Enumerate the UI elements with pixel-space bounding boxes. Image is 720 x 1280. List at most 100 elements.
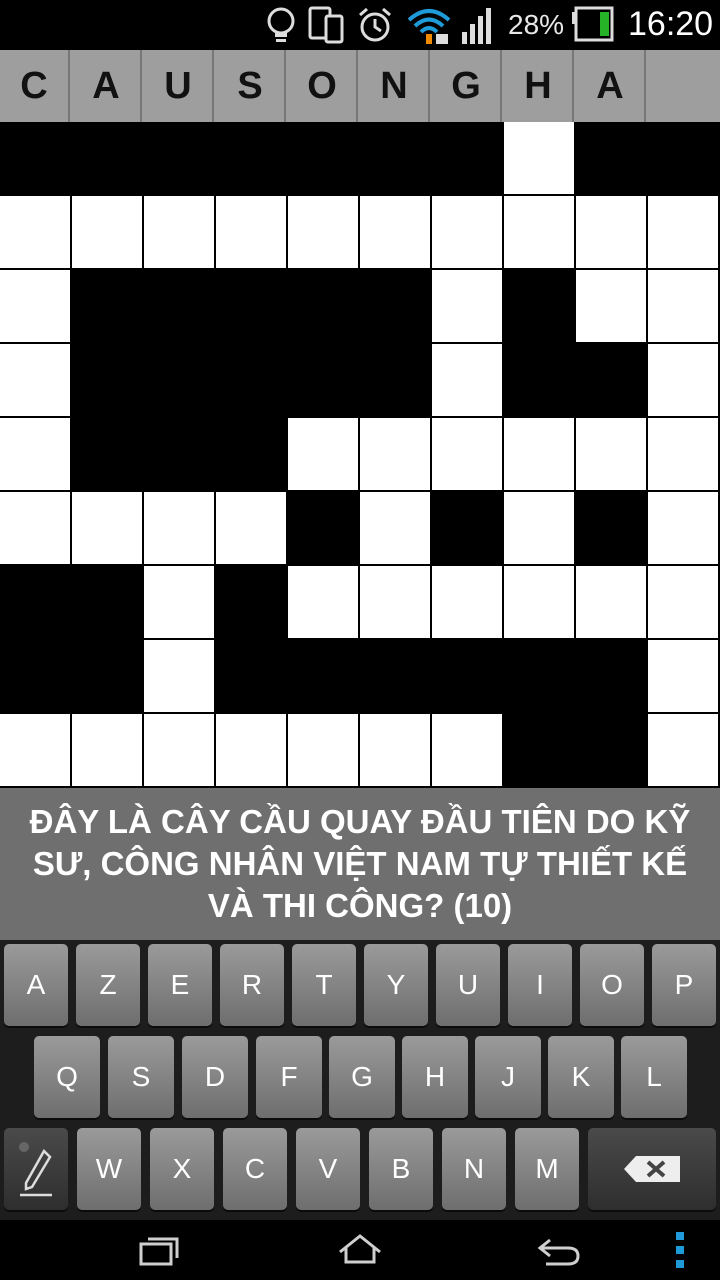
grid-cell[interactable] <box>0 492 70 564</box>
grid-cell[interactable] <box>432 418 502 490</box>
grid-cell[interactable] <box>504 122 574 194</box>
answer-cell[interactable]: C <box>0 50 70 122</box>
grid-cell[interactable] <box>576 270 646 342</box>
key-n[interactable]: N <box>442 1128 506 1210</box>
grid-cell[interactable] <box>216 196 286 268</box>
backspace-button[interactable] <box>588 1128 716 1210</box>
grid-cell[interactable] <box>432 196 502 268</box>
key-a[interactable]: A <box>4 944 68 1026</box>
answer-cell[interactable]: U <box>144 50 214 122</box>
grid-cell[interactable] <box>648 270 718 342</box>
clue-panel: ĐÂY LÀ CÂY CẦU QUAY ĐẦU TIÊN DO KỸ SƯ, C… <box>0 788 720 940</box>
key-w[interactable]: W <box>77 1128 141 1210</box>
answer-cell[interactable]: H <box>504 50 574 122</box>
grid-cell[interactable] <box>360 566 430 638</box>
grid-cell[interactable] <box>648 418 718 490</box>
grid-cell[interactable] <box>360 714 430 786</box>
key-h[interactable]: H <box>402 1036 468 1118</box>
grid-cell[interactable] <box>0 270 70 342</box>
grid-cell[interactable] <box>288 566 358 638</box>
key-c[interactable]: C <box>223 1128 287 1210</box>
grid-cell[interactable] <box>432 714 502 786</box>
signal-icon <box>462 8 491 44</box>
grid-cell[interactable] <box>144 566 214 638</box>
grid-cell[interactable] <box>0 344 70 416</box>
key-b[interactable]: B <box>369 1128 433 1210</box>
key-u[interactable]: U <box>436 944 500 1026</box>
key-l[interactable]: L <box>621 1036 687 1118</box>
key-i[interactable]: I <box>508 944 572 1026</box>
key-q[interactable]: Q <box>34 1036 100 1118</box>
grid-cell[interactable] <box>432 344 502 416</box>
grid-cell[interactable] <box>432 566 502 638</box>
answer-cell[interactable]: A <box>576 50 646 122</box>
back-icon[interactable] <box>536 1230 584 1270</box>
battery-percent: 28% <box>508 9 565 40</box>
grid-cell[interactable] <box>648 714 718 786</box>
key-o[interactable]: O <box>580 944 644 1026</box>
grid-cell[interactable] <box>216 492 286 564</box>
answer-cell[interactable]: S <box>216 50 286 122</box>
menu-icon[interactable] <box>672 1230 688 1270</box>
key-s[interactable]: S <box>108 1036 174 1118</box>
grid-cell[interactable] <box>144 640 214 712</box>
alarm-icon <box>359 7 391 42</box>
answer-cell[interactable]: A <box>72 50 142 122</box>
answer-cell[interactable]: O <box>288 50 358 122</box>
grid-cell[interactable] <box>0 714 70 786</box>
grid-cell[interactable] <box>648 640 718 712</box>
grid-cell[interactable] <box>72 196 142 268</box>
grid-cell[interactable] <box>72 714 142 786</box>
pen-button[interactable] <box>4 1128 68 1210</box>
grid-cell[interactable] <box>576 418 646 490</box>
grid-cell[interactable] <box>72 492 142 564</box>
grid-cell[interactable] <box>504 566 574 638</box>
grid-cell[interactable] <box>360 492 430 564</box>
grid-cell[interactable] <box>504 196 574 268</box>
grid-cell[interactable] <box>648 344 718 416</box>
grid-cell[interactable] <box>648 492 718 564</box>
grid-cell[interactable] <box>576 196 646 268</box>
grid-cell[interactable] <box>288 418 358 490</box>
grid-cell[interactable] <box>504 418 574 490</box>
recent-apps-icon[interactable] <box>138 1230 182 1270</box>
key-f[interactable]: F <box>256 1036 322 1118</box>
grid-cell[interactable] <box>360 196 430 268</box>
key-k[interactable]: K <box>548 1036 614 1118</box>
answer-row: C A U S O N G H A <box>0 50 720 122</box>
answer-cell[interactable] <box>648 50 718 122</box>
grid-cell[interactable] <box>144 196 214 268</box>
pen-icon <box>19 1142 52 1197</box>
grid-cell[interactable] <box>216 714 286 786</box>
wifi-icon <box>407 9 451 44</box>
grid-cell[interactable] <box>432 270 502 342</box>
key-g[interactable]: G <box>329 1036 395 1118</box>
key-y[interactable]: Y <box>364 944 428 1026</box>
grid-cell[interactable] <box>288 714 358 786</box>
key-x[interactable]: X <box>150 1128 214 1210</box>
key-p[interactable]: P <box>652 944 716 1026</box>
grid-cell[interactable] <box>648 196 718 268</box>
navigation-bar <box>0 1220 720 1280</box>
key-j[interactable]: J <box>475 1036 541 1118</box>
grid-cell[interactable] <box>0 418 70 490</box>
answer-cell[interactable]: N <box>360 50 430 122</box>
grid-cell[interactable] <box>360 418 430 490</box>
grid-cell[interactable] <box>576 566 646 638</box>
grid-cell[interactable] <box>144 492 214 564</box>
grid-cell[interactable] <box>504 492 574 564</box>
grid-cell[interactable] <box>288 196 358 268</box>
key-d[interactable]: D <box>182 1036 248 1118</box>
home-icon[interactable] <box>336 1230 384 1270</box>
grid-cell[interactable] <box>144 714 214 786</box>
grid-cell[interactable] <box>0 196 70 268</box>
backspace-icon <box>624 1156 680 1182</box>
key-e[interactable]: E <box>148 944 212 1026</box>
key-v[interactable]: V <box>296 1128 360 1210</box>
key-r[interactable]: R <box>220 944 284 1026</box>
key-t[interactable]: T <box>292 944 356 1026</box>
key-m[interactable]: M <box>515 1128 579 1210</box>
grid-cell[interactable] <box>648 566 718 638</box>
answer-cell[interactable]: G <box>432 50 502 122</box>
key-z[interactable]: Z <box>76 944 140 1026</box>
